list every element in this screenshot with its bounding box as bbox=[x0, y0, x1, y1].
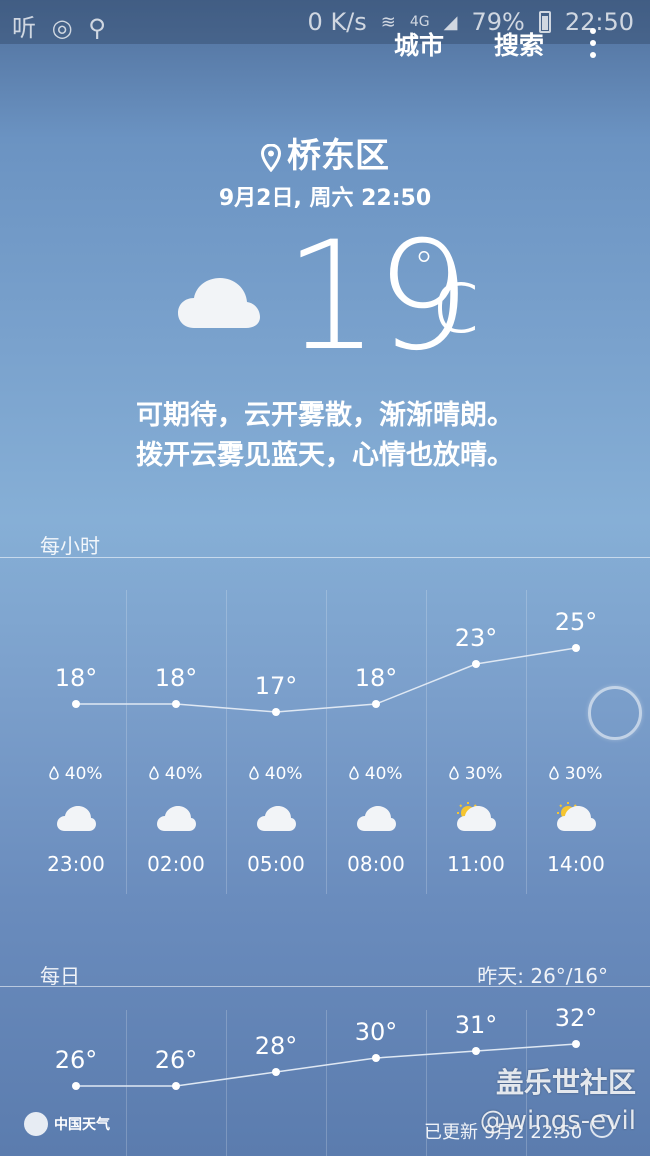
hourly-time: 05:00 bbox=[247, 852, 305, 876]
date-time: 9月2日, 周六 22:50 bbox=[218, 186, 432, 211]
location-pin-icon bbox=[261, 143, 281, 172]
rain-value: 40% bbox=[164, 764, 203, 784]
cloud-icon bbox=[56, 802, 96, 834]
hourly-time: 23:00 bbox=[47, 852, 105, 876]
status-bar: 听 ◎ ⚲ 0 K/s ≋ 4G ◢ 79% 22:50 bbox=[0, 0, 650, 44]
logo-text: 中国天气 bbox=[54, 1117, 110, 1133]
hourly-rain-chance: 40% bbox=[126, 764, 226, 784]
watermark-line-2: @wings-evil bbox=[479, 1106, 636, 1136]
column-separator bbox=[126, 590, 127, 894]
temperature-unit: c bbox=[432, 250, 481, 353]
hourly-rain-chance: 40% bbox=[326, 764, 426, 784]
daily-label: 每日 bbox=[40, 964, 80, 988]
rain-value: 30% bbox=[564, 764, 603, 784]
hourly-item: 18° 40% 02:00 bbox=[126, 590, 226, 894]
raindrop-icon bbox=[149, 766, 160, 780]
hourly-item: 25° 30% 14:00 bbox=[526, 590, 626, 894]
yesterday-temp: 昨天: 26°/16° bbox=[477, 964, 608, 988]
hourly-temp: 23° bbox=[454, 624, 498, 652]
cloud-icon bbox=[256, 802, 296, 834]
daily-item: 30° bbox=[326, 1010, 426, 1156]
hourly-time: 08:00 bbox=[347, 852, 405, 876]
hourly-rain-chance: 40% bbox=[26, 764, 126, 784]
partly-sunny-icon bbox=[456, 802, 496, 834]
hourly-item: 18° 40% 23:00 bbox=[26, 590, 126, 894]
hourly-rain-chance: 40% bbox=[226, 764, 326, 784]
hourly-temp: 25° bbox=[554, 608, 598, 636]
watermark: 盖乐世社区 @wings-evil bbox=[480, 1064, 636, 1140]
rain-value: 40% bbox=[64, 764, 103, 784]
raindrop-icon bbox=[349, 766, 360, 780]
hourly-rain-chance: 30% bbox=[426, 764, 526, 784]
status-time: 22:50 bbox=[564, 8, 634, 36]
column-separator bbox=[426, 590, 427, 894]
raindrop-icon bbox=[449, 766, 460, 780]
hourly-temp: 18° bbox=[54, 664, 98, 692]
weather-description: 可期待，云开雾散，渐渐晴朗。 拨开云雾见蓝天，心情也放晴。 bbox=[0, 396, 650, 476]
description-line-2: 拨开云雾见蓝天，心情也放晴。 bbox=[136, 440, 514, 471]
rain-value: 40% bbox=[364, 764, 403, 784]
column-separator bbox=[526, 590, 527, 894]
daily-temp: 32° bbox=[554, 1004, 598, 1032]
hourly-rain-chance: 30% bbox=[526, 764, 626, 784]
hourly-time: 02:00 bbox=[147, 852, 205, 876]
column-separator bbox=[126, 1010, 127, 1156]
hourly-time: 11:00 bbox=[447, 852, 505, 876]
daily-temp: 31° bbox=[454, 1011, 498, 1039]
top-actions: 城市 搜索 bbox=[394, 26, 544, 62]
rain-value: 40% bbox=[264, 764, 303, 784]
daily-temp: 28° bbox=[254, 1032, 298, 1060]
hourly-time: 14:00 bbox=[547, 852, 605, 876]
degree-symbol: ° bbox=[414, 244, 434, 290]
more-options-icon[interactable] bbox=[590, 28, 598, 58]
hourly-item: 18° 40% 08:00 bbox=[326, 590, 426, 894]
column-separator bbox=[326, 590, 327, 894]
daily-temp: 30° bbox=[354, 1018, 398, 1046]
hourly-temp: 17° bbox=[254, 672, 298, 700]
column-separator bbox=[326, 1010, 327, 1156]
location-title[interactable]: 桥东区 bbox=[0, 128, 650, 177]
hourly-temp: 18° bbox=[154, 664, 198, 692]
floating-action-ring[interactable] bbox=[588, 686, 642, 740]
daily-item: 28° bbox=[226, 1010, 326, 1156]
logo-mark-icon bbox=[24, 1112, 48, 1136]
watermark-line-1: 盖乐世社区 bbox=[495, 1066, 636, 1099]
network-speed: 0 K/s bbox=[307, 8, 367, 36]
hourly-item: 17° 40% 05:00 bbox=[226, 590, 326, 894]
hourly-divider bbox=[0, 557, 650, 558]
daily-temp: 26° bbox=[54, 1046, 98, 1074]
column-separator bbox=[226, 590, 227, 894]
weather-logo: 中国天气 bbox=[24, 1112, 110, 1136]
raindrop-icon bbox=[49, 766, 60, 780]
hourly-forecast[interactable]: 18° 40% 23:00 18° 40% 02:00 17° 40% 05:00 18° … bbox=[26, 590, 626, 894]
cloud-icon bbox=[356, 802, 396, 834]
daily-divider bbox=[0, 986, 650, 987]
location-name: 桥东区 bbox=[287, 136, 389, 176]
hourly-item: 23° 30% 11:00 bbox=[426, 590, 526, 894]
city-button[interactable]: 城市 bbox=[394, 26, 444, 62]
status-bar-notification-icons: 听 ◎ ⚲ bbox=[12, 14, 110, 42]
daily-item: 26° bbox=[126, 1010, 226, 1156]
description-line-1: 可期待，云开雾散，渐渐晴朗。 bbox=[136, 400, 514, 431]
cloud-icon bbox=[178, 278, 260, 328]
cloud-icon bbox=[156, 802, 196, 834]
column-separator bbox=[226, 1010, 227, 1156]
partly-sunny-icon bbox=[556, 802, 596, 834]
search-button[interactable]: 搜索 bbox=[494, 26, 544, 62]
raindrop-icon bbox=[249, 766, 260, 780]
hourly-temp: 18° bbox=[354, 664, 398, 692]
raindrop-icon bbox=[549, 766, 560, 780]
hourly-label: 每小时 bbox=[40, 534, 100, 558]
daily-temp: 26° bbox=[154, 1046, 198, 1074]
rain-value: 30% bbox=[464, 764, 503, 784]
